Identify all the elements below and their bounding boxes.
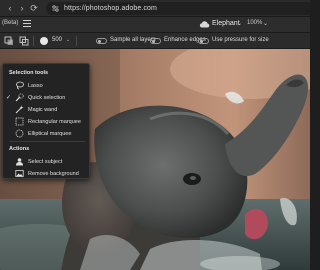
brush-preview[interactable] — [40, 37, 48, 45]
elliptical-marquee-icon — [15, 129, 24, 138]
chevron-down-icon[interactable]: ⌄ — [237, 20, 242, 27]
lasso-label: Lasso — [28, 83, 43, 89]
magic-wand-label: Magic wand — [28, 107, 58, 113]
select-subject-icon — [16, 158, 23, 166]
quick-selection-icon — [15, 93, 24, 102]
menu-item-rectangular-marquee[interactable]: Rectangular marquee — [3, 116, 89, 128]
browser-toolbar: ‹ › ⟳ https://photoshop.adobe.com — [0, 0, 310, 17]
menu-item-quick-selection[interactable]: ✓ Quick selection — [3, 92, 89, 104]
use-pressure-toggle[interactable] — [198, 38, 209, 44]
use-pressure-label: Use pressure for size — [212, 37, 269, 43]
remove-background-icon — [15, 170, 24, 177]
sample-all-layers-toggle[interactable] — [96, 38, 107, 44]
sample-all-layers-label: Sample all layers — [110, 37, 156, 43]
menu-item-magic-wand[interactable]: Magic wand — [3, 104, 89, 116]
elliptical-marquee-label: Elliptical marquee — [28, 131, 72, 137]
forward-arrow-icon[interactable]: › — [17, 3, 27, 13]
divider — [76, 36, 77, 46]
menu-item-elliptical-marquee[interactable]: Elliptical marquee — [3, 128, 89, 140]
url-text: https://photoshop.adobe.com — [64, 5, 157, 12]
menu-item-lasso[interactable]: Lasso — [3, 80, 89, 92]
cloud-icon — [199, 21, 210, 28]
menu-item-remove-background[interactable]: Remove background — [3, 168, 89, 180]
actions-heading: Actions — [9, 146, 30, 152]
menu-item-select-subject[interactable]: Select subject — [3, 156, 89, 168]
checkmark-icon: ✓ — [6, 95, 12, 101]
reload-icon[interactable]: ⟳ — [29, 3, 39, 13]
add-to-selection-icon[interactable] — [19, 36, 29, 46]
quick-selection-label: Quick selection — [28, 95, 66, 101]
document-title[interactable]: Elephant — [212, 20, 240, 27]
zoom-level[interactable]: 100% — [247, 20, 262, 26]
remove-background-label: Remove background — [28, 171, 79, 177]
rectangular-marquee-label: Rectangular marquee — [28, 119, 81, 125]
flyout-divider — [9, 141, 85, 142]
magic-wand-icon — [15, 105, 24, 114]
beta-label: (Beta) — [2, 20, 19, 26]
lasso-icon — [16, 81, 24, 90]
selection-tools-heading: Selection tools — [9, 70, 49, 76]
enhance-edges-toggle[interactable] — [150, 38, 161, 44]
menu-icon[interactable] — [23, 20, 31, 28]
brush-size-value[interactable]: 500 — [52, 37, 62, 43]
rectangular-marquee-icon — [15, 117, 24, 126]
divider — [33, 36, 34, 46]
select-subject-label: Select subject — [28, 159, 63, 165]
zoom-chevron-icon[interactable]: ⌄ — [263, 20, 268, 27]
address-bar[interactable]: https://photoshop.adobe.com — [46, 2, 310, 15]
app-header: (Beta) Elephant ⌄ 100% ⌄ — [0, 17, 310, 33]
brush-size-chevron-icon[interactable]: ⌄ — [66, 37, 70, 43]
new-selection-icon[interactable] — [4, 36, 14, 46]
tool-options-bar: 500 ⌄ Sample all layers Enhance edges Us… — [0, 33, 310, 49]
selection-tools-flyout: Selection tools Lasso ✓ Quick selection … — [2, 63, 90, 179]
back-arrow-icon[interactable]: ‹ — [5, 3, 15, 13]
site-info-icon[interactable] — [52, 5, 59, 12]
